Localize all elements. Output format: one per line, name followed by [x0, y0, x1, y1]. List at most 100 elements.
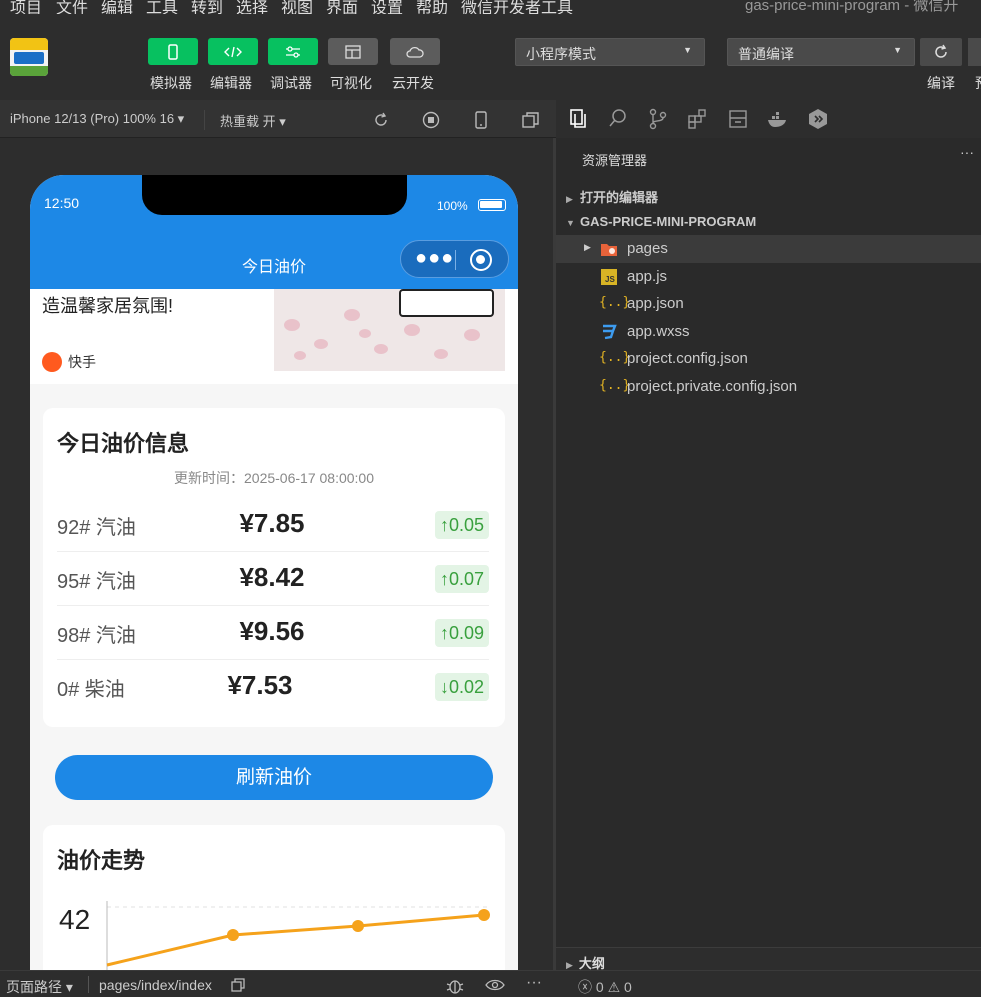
- refresh-price-button[interactable]: 刷新油价: [55, 755, 493, 800]
- tree-item-pages[interactable]: ▶ pages: [556, 235, 981, 263]
- ad-banner[interactable]: 造温馨家居氛围! 快手: [30, 289, 518, 384]
- more-icon[interactable]: ···: [526, 974, 542, 992]
- tree-item-project-config[interactable]: {..} project.config.json: [556, 345, 981, 373]
- fuel-price: ¥7.85: [239, 508, 305, 538]
- chevron-down-icon: ▼: [683, 45, 692, 55]
- cloud-button[interactable]: [390, 38, 440, 65]
- compile-select-value: 普通编译: [738, 46, 794, 62]
- open-editors-section[interactable]: ▶ 打开的编辑器: [566, 187, 658, 206]
- eye-icon[interactable]: [485, 976, 505, 994]
- bug-icon[interactable]: [445, 976, 465, 994]
- tree-item-app-js[interactable]: JS app.js: [556, 263, 981, 291]
- fuel-name: 95# 汽油: [57, 571, 136, 593]
- trend-title: 油价走势: [57, 848, 146, 873]
- preview-button[interactable]: [968, 38, 981, 66]
- storage-icon[interactable]: [726, 107, 750, 131]
- simulator-label: 模拟器: [150, 75, 192, 91]
- refresh-icon: [935, 44, 947, 58]
- debugger-button[interactable]: [268, 38, 318, 65]
- detach-icon[interactable]: [521, 110, 541, 130]
- project-label: GAS-PRICE-MINI-PROGRAM: [580, 214, 757, 229]
- problems-counter[interactable]: ⓧ 0 ⚠ 0: [578, 977, 632, 997]
- source-control-icon[interactable]: [646, 107, 670, 131]
- simulator-button[interactable]: [148, 38, 198, 65]
- menu-settings[interactable]: 设置: [371, 0, 403, 14]
- visual-button[interactable]: [328, 38, 378, 65]
- menu-edit[interactable]: 编辑: [101, 0, 133, 14]
- plugin-icon[interactable]: [806, 107, 830, 131]
- device-select[interactable]: iPhone 12/13 (Pro) 100% 16 ▾: [10, 111, 184, 127]
- menu-select[interactable]: 选择: [236, 0, 268, 14]
- compile-label: 编译: [927, 75, 955, 91]
- fuel-price: ¥8.42: [239, 562, 305, 592]
- json-file-icon: {..}: [599, 378, 631, 393]
- menu-file[interactable]: 文件: [56, 0, 88, 14]
- trend-line: [106, 913, 485, 967]
- menu-bar: 项目 文件 编辑 工具 转到 选择 视图 界面 设置 帮助 微信开发者工具 ga…: [0, 0, 981, 14]
- outline-section[interactable]: ▶ 大纲: [556, 947, 981, 971]
- nav-bar: 今日油价 ●●●: [30, 225, 518, 289]
- menu-view[interactable]: 视图: [281, 0, 313, 14]
- price-row: 95# 汽油 ¥8.42 ↑0.07: [57, 552, 489, 606]
- open-editors-label: 打开的编辑器: [580, 190, 659, 205]
- tree-item-project-private-config[interactable]: {..} project.private.config.json: [556, 373, 981, 401]
- trend-point: [227, 929, 239, 941]
- price-change-badge: ↑0.07: [434, 565, 489, 593]
- editor-button[interactable]: [208, 38, 258, 65]
- menu-goto[interactable]: 转到: [191, 0, 223, 14]
- docker-icon[interactable]: [766, 107, 790, 131]
- menu-tools[interactable]: 工具: [146, 0, 178, 14]
- fuel-name: 0# 柴油: [57, 679, 125, 701]
- json-file-icon: {..}: [599, 295, 631, 310]
- phone-icon: [168, 43, 178, 60]
- tree-item-app-wxss[interactable]: app.wxss: [556, 318, 981, 346]
- phone-notch: [142, 175, 407, 215]
- cloud-label: 云开发: [392, 75, 434, 91]
- compile-button[interactable]: [920, 38, 962, 66]
- json-file-icon: {..}: [599, 350, 631, 365]
- tree-item-label: project.private.config.json: [627, 378, 798, 395]
- layout-icon: [345, 44, 361, 59]
- fuel-name: 98# 汽油: [57, 625, 136, 647]
- folder-icon: [601, 244, 617, 256]
- price-row: 92# 汽油 ¥7.85 ↑0.05: [57, 498, 489, 552]
- debug-icon: [286, 45, 300, 58]
- page-path-select[interactable]: 页面路径 ▾: [6, 977, 73, 997]
- editor-panel: 资源管理器 ··· ▶ 打开的编辑器 ▼ GAS-PRICE-MINI-PROGRA…: [556, 98, 981, 970]
- status-time: 12:50: [44, 195, 80, 211]
- chevron-down-icon: ▼: [566, 218, 575, 228]
- more-icon[interactable]: ···: [960, 144, 974, 160]
- tree-item-app-json[interactable]: {..} app.json: [556, 290, 981, 318]
- mode-select[interactable]: 小程序模式 ▼: [515, 38, 705, 66]
- hotreload-select[interactable]: 热重载 开 ▾: [220, 111, 286, 130]
- tree-item-label: app.js: [627, 268, 668, 285]
- svg-text:JS: JS: [605, 275, 615, 284]
- files-icon[interactable]: [566, 107, 590, 131]
- close-mini-program-icon[interactable]: [470, 249, 492, 271]
- chevron-right-icon: ▶: [566, 194, 573, 204]
- menu-help[interactable]: 帮助: [416, 0, 448, 14]
- stop-icon[interactable]: [421, 110, 441, 130]
- menu-interface[interactable]: 界面: [326, 0, 358, 14]
- trend-point: [352, 920, 364, 932]
- price-change-badge: ↑0.05: [434, 511, 489, 539]
- extensions-icon[interactable]: [686, 107, 710, 131]
- compile-select[interactable]: 普通编译 ▼: [727, 38, 915, 66]
- copy-icon[interactable]: [231, 978, 245, 992]
- battery-icon: [478, 199, 506, 211]
- menu-capsule[interactable]: ●●●: [400, 240, 509, 278]
- ad-source: 快手: [42, 352, 96, 372]
- project-section[interactable]: ▼ GAS-PRICE-MINI-PROGRAM: [566, 214, 756, 229]
- price-card: 今日油价信息 更新时间：2025-06-17 08:00:00 92# 汽油 ¥…: [43, 408, 505, 727]
- price-card-title: 今日油价信息: [57, 431, 190, 456]
- rotate-icon[interactable]: [371, 110, 391, 130]
- trend-chart: 42: [59, 901, 491, 970]
- device-icon[interactable]: [471, 110, 491, 130]
- menu-project[interactable]: 项目: [10, 0, 42, 14]
- more-icon[interactable]: ●●●: [415, 248, 454, 268]
- explorer-title: 资源管理器: [582, 153, 648, 168]
- app-logo[interactable]: [10, 38, 48, 76]
- tree-item-label: app.wxss: [627, 323, 690, 340]
- menu-devtools[interactable]: 微信开发者工具: [461, 0, 573, 14]
- search-icon[interactable]: [606, 107, 630, 131]
